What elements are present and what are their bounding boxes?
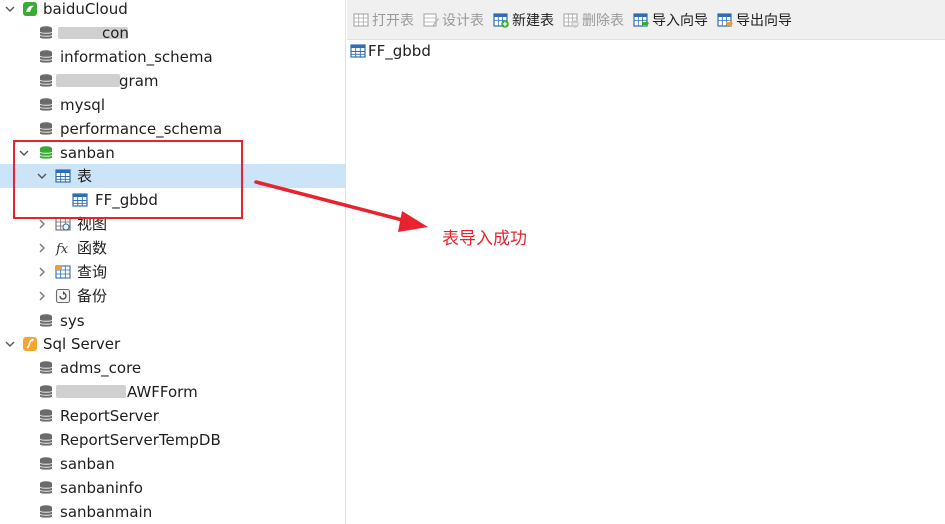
database-icon	[38, 504, 54, 520]
tree-label: mysql	[60, 96, 105, 114]
tree-row-database[interactable]: ReportServerTempDB	[0, 428, 346, 452]
tree-label: performance_schema	[60, 120, 223, 138]
tree-label: gram	[119, 72, 159, 90]
delete-table-button[interactable]: 删除表	[563, 8, 624, 32]
object-list: FF_gbbd	[347, 41, 945, 524]
import-wizard-label: 导入向导	[652, 12, 708, 29]
chevron-right-icon[interactable]	[36, 290, 48, 302]
backup-icon	[55, 288, 71, 304]
export-wizard-button[interactable]: 导出向导	[717, 8, 792, 32]
object-item-label: FF_gbbd	[368, 42, 431, 60]
tree-row-database[interactable]: con	[0, 21, 346, 45]
open-table-button[interactable]: 打开表	[353, 8, 414, 32]
tree-label: 函数	[77, 239, 108, 257]
design-table-label: 设计表	[442, 12, 484, 29]
database-icon	[38, 384, 54, 400]
tree-row-database[interactable]: sanbanmain	[0, 500, 346, 524]
database-icon	[38, 456, 54, 472]
delete-table-label: 删除表	[582, 12, 624, 29]
database-icon	[38, 313, 54, 329]
open-table-icon	[353, 12, 369, 27]
database-icon	[38, 73, 54, 89]
tree-label: sanban	[60, 455, 115, 473]
tree-label: sys	[60, 312, 85, 330]
tree-row-database[interactable]: AWFForm	[0, 380, 346, 404]
function-icon: fx	[55, 240, 71, 256]
tree-row-backups-folder[interactable]: 备份	[0, 284, 346, 308]
open-table-label: 打开表	[372, 12, 414, 29]
tree-label: 备份	[77, 287, 108, 305]
delete-table-icon	[563, 12, 579, 28]
chevron-down-icon[interactable]	[4, 3, 16, 15]
tree-row-baiducloud[interactable]: baiduCloud	[0, 0, 346, 21]
annotation-highlight-box	[13, 140, 243, 219]
query-icon	[55, 264, 71, 280]
database-icon	[38, 97, 54, 113]
chevron-down-icon[interactable]	[4, 338, 16, 350]
tree-label: con	[102, 24, 129, 42]
redacted-text	[56, 385, 126, 398]
tree-row-sqlserver[interactable]: Sql Server	[0, 332, 346, 356]
database-icon	[38, 408, 54, 424]
table-icon	[350, 44, 366, 58]
svg-text:fx: fx	[55, 242, 69, 256]
navigation-tree: baiduCloud con information_schema gram m…	[0, 0, 346, 524]
chevron-right-icon[interactable]	[36, 218, 48, 230]
tree-row-database[interactable]: information_schema	[0, 45, 346, 69]
tree-row-database[interactable]: sanban	[0, 452, 346, 476]
tree-label: sanbaninfo	[60, 479, 143, 497]
tree-label: AWFForm	[127, 383, 198, 401]
mysql-connection-icon	[22, 1, 38, 17]
tree-row-database[interactable]: sys	[0, 309, 346, 333]
database-icon	[38, 121, 54, 137]
import-wizard-button[interactable]: 导入向导	[633, 8, 708, 32]
object-toolbar: 打开表 设计表 新建表 删除表 导入向导 导出向导	[347, 0, 945, 40]
database-icon	[38, 432, 54, 448]
tree-row-database[interactable]: performance_schema	[0, 117, 346, 141]
tree-row-database[interactable]: ReportServer	[0, 404, 346, 428]
annotation-label: 表导入成功	[442, 229, 527, 249]
tree-row-database[interactable]: adms_core	[0, 356, 346, 380]
export-wizard-icon	[717, 12, 733, 27]
design-table-icon	[423, 12, 439, 27]
new-table-label: 新建表	[512, 12, 554, 29]
new-table-icon	[493, 12, 509, 28]
tree-label: Sql Server	[43, 335, 121, 353]
redacted-text	[56, 74, 120, 87]
tree-label: 查询	[77, 263, 108, 281]
chevron-right-icon[interactable]	[36, 242, 48, 254]
database-icon	[38, 480, 54, 496]
tree-label: ReportServer	[60, 407, 159, 425]
tree-label: baiduCloud	[43, 0, 128, 18]
database-icon	[38, 49, 54, 65]
tree-row-database[interactable]: sanbaninfo	[0, 476, 346, 500]
tree-label: information_schema	[60, 48, 213, 66]
tree-row-functions-folder[interactable]: fx 函数	[0, 236, 346, 260]
tree-row-queries-folder[interactable]: 查询	[0, 260, 346, 284]
import-wizard-icon	[633, 12, 649, 27]
tree-label: adms_core	[60, 359, 142, 377]
tree-label: sanbanmain	[60, 503, 153, 521]
chevron-right-icon[interactable]	[36, 266, 48, 278]
new-table-button[interactable]: 新建表	[493, 8, 554, 32]
tree-row-database[interactable]: gram	[0, 69, 346, 93]
design-table-button[interactable]: 设计表	[423, 8, 484, 32]
database-icon	[38, 360, 54, 376]
sqlserver-connection-icon	[22, 336, 38, 352]
object-item-ff-gbbd[interactable]: FF_gbbd	[350, 41, 431, 61]
export-wizard-label: 导出向导	[736, 12, 792, 29]
tree-label: ReportServerTempDB	[60, 431, 221, 449]
tree-row-database[interactable]: mysql	[0, 93, 346, 117]
database-icon	[38, 25, 54, 41]
